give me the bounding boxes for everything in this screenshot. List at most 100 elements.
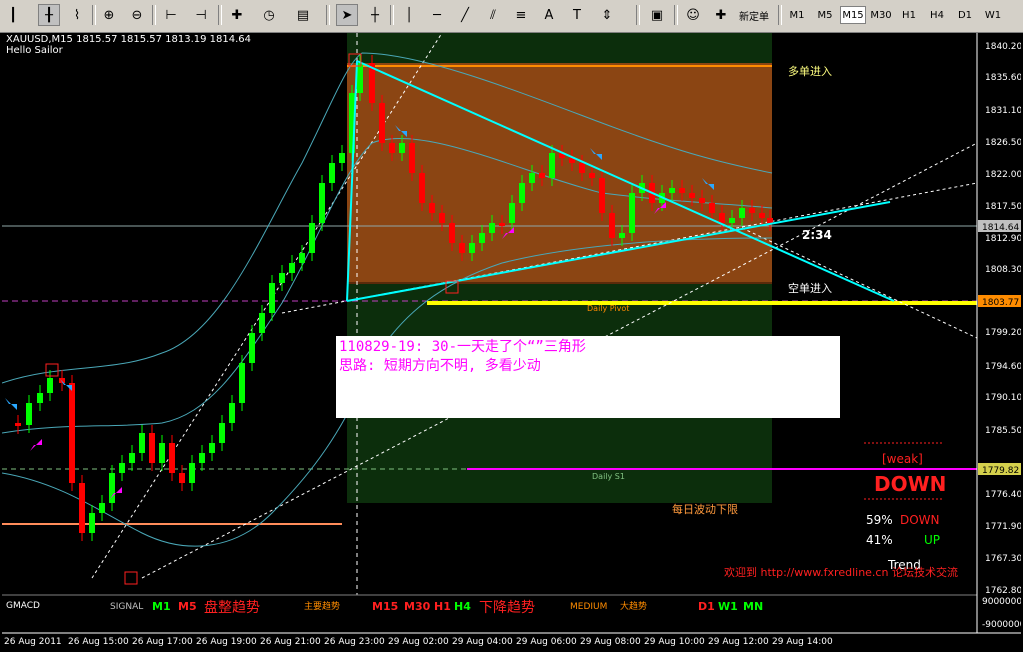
- svg-text:29 Aug 10:00: 29 Aug 10:00: [644, 637, 705, 647]
- indicators-icon[interactable]: ✚: [226, 4, 248, 26]
- candle-body: [279, 273, 285, 283]
- tf-h1[interactable]: H1: [896, 6, 922, 24]
- group1-sub: 主要趋势: [304, 600, 340, 612]
- candle-body: [209, 443, 215, 453]
- svg-text:26 Aug 2011: 26 Aug 2011: [4, 637, 62, 647]
- candle-body: [239, 363, 245, 403]
- templates-icon[interactable]: ▤: [292, 4, 314, 26]
- candle-body: [409, 143, 415, 173]
- candle-body: [709, 203, 715, 213]
- candle-body: [509, 203, 515, 223]
- tf-w1[interactable]: W1: [980, 6, 1006, 24]
- periods-icon[interactable]: ◷: [258, 4, 280, 26]
- indicator-name: GMACD: [6, 601, 40, 611]
- candle-body: [669, 188, 675, 193]
- svg-text:26 Aug 17:00: 26 Aug 17:00: [132, 637, 193, 647]
- group1-trend: 盘整趋势: [204, 599, 260, 616]
- candle-body: [619, 233, 625, 238]
- svg-text:29 Aug 06:00: 29 Aug 06:00: [516, 637, 577, 647]
- candle-body: [699, 198, 705, 203]
- candle-body: [259, 313, 265, 333]
- tf-m15[interactable]: M15: [840, 6, 866, 24]
- candle-body: [249, 333, 255, 363]
- candle-body: [599, 178, 605, 213]
- text-label-icon[interactable]: T: [566, 4, 588, 26]
- tf-w1-signal: W1: [718, 600, 738, 613]
- chart-shift-icon[interactable]: ⊢: [160, 4, 182, 26]
- weak-label: [weak]: [882, 452, 923, 466]
- candle-body: [59, 378, 65, 383]
- note-line-2: 思路: 短期方向不明, 多看少动: [339, 357, 541, 374]
- indicator-axis-top: 9000000: [982, 597, 1021, 607]
- candle-body: [549, 153, 555, 178]
- svg-text:1785.50: 1785.50: [985, 426, 1021, 436]
- chart-window[interactable]: XAUUSD,M15 1815.57 1815.57 1813.19 1814.…: [2, 33, 1021, 650]
- navigator-icon[interactable]: ▣: [646, 4, 668, 26]
- channel-icon[interactable]: ⫽: [482, 4, 504, 26]
- candle-body: [15, 423, 21, 426]
- candle-body: [169, 443, 175, 473]
- symbol-info: XAUUSD,M15 1815.57 1815.57 1813.19 1814.…: [6, 34, 251, 45]
- candle-body: [129, 453, 135, 463]
- text-icon[interactable]: A: [538, 4, 560, 26]
- new-order-icon[interactable]: ✚: [710, 4, 732, 26]
- candle-body: [37, 393, 43, 403]
- svg-text:26 Aug 19:00: 26 Aug 19:00: [196, 637, 257, 647]
- svg-text:26 Aug 21:00: 26 Aug 21:00: [260, 637, 321, 647]
- candle-body: [109, 473, 115, 503]
- trendline-icon[interactable]: ╱: [454, 4, 476, 26]
- candle-body: [229, 403, 235, 423]
- candle-body: [26, 403, 32, 425]
- candle-body: [399, 143, 405, 153]
- signal-label: SIGNAL: [110, 602, 143, 612]
- svg-text:1808.30: 1808.30: [985, 265, 1021, 275]
- candle-body: [749, 208, 755, 213]
- zoom-out-icon[interactable]: ⊖: [126, 4, 148, 26]
- tf-m30[interactable]: M30: [868, 6, 894, 24]
- s1-price-tag: 1779.82: [982, 466, 1019, 476]
- candle-body: [519, 183, 525, 203]
- candle-body: [289, 263, 295, 273]
- candle-body: [159, 443, 165, 463]
- svg-text:29 Aug 04:00: 29 Aug 04:00: [452, 637, 513, 647]
- svg-text:1799.20: 1799.20: [985, 328, 1021, 338]
- tf-m1-signal: M1: [152, 600, 171, 613]
- arrows-icon[interactable]: ⇕: [596, 4, 618, 26]
- candle-body: [679, 188, 685, 193]
- new-order-button[interactable]: 新定单: [734, 6, 774, 24]
- candle-body: [309, 223, 315, 253]
- medium-label: MEDIUM: [570, 602, 607, 612]
- time-axis: 26 Aug 2011 26 Aug 15:00 26 Aug 17:00 26…: [4, 637, 833, 647]
- tf-h4[interactable]: H4: [924, 6, 950, 24]
- candle-body: [357, 63, 363, 93]
- expert-advisors-icon[interactable]: ☺: [682, 4, 704, 26]
- vertical-line-icon[interactable]: │: [398, 4, 420, 26]
- tf-m5[interactable]: M5: [812, 6, 838, 24]
- tf-h1-signal: H1: [434, 600, 451, 613]
- up-word: UP: [924, 533, 940, 547]
- fibonacci-icon[interactable]: ≡: [510, 4, 532, 26]
- auto-scroll-icon[interactable]: ⊣: [190, 4, 212, 26]
- main-toolbar: ┃ ╂ ⌇ ⊕ ⊖ ⊢ ⊣ ✚ ◷ ▤ ➤ ┼ │ ─ ╱ ⫽ ≡ A T ⇕ …: [0, 0, 1023, 33]
- candle-body: [89, 513, 95, 533]
- cursor-icon[interactable]: ➤: [336, 4, 358, 26]
- tf-d1[interactable]: D1: [952, 6, 978, 24]
- horizontal-line-icon[interactable]: ─: [426, 4, 448, 26]
- bar-chart-icon[interactable]: ┃: [2, 4, 24, 26]
- welcome-text: 欢迎到 http://www.fxredline.cn 论坛技术交流: [724, 565, 958, 579]
- svg-text:1776.40: 1776.40: [985, 490, 1021, 500]
- svg-text:1826.50: 1826.50: [985, 138, 1021, 148]
- candle-body: [329, 163, 335, 183]
- tf-m1[interactable]: M1: [784, 6, 810, 24]
- svg-text:29 Aug 12:00: 29 Aug 12:00: [708, 637, 769, 647]
- zoom-in-icon[interactable]: ⊕: [98, 4, 120, 26]
- candle-body: [199, 453, 205, 463]
- candlestick-icon[interactable]: ╂: [38, 4, 60, 26]
- svg-text:1817.50: 1817.50: [985, 202, 1021, 212]
- line-chart-icon[interactable]: ⌇: [66, 4, 88, 26]
- candle-body: [459, 243, 465, 253]
- crosshair-icon[interactable]: ┼: [364, 4, 386, 26]
- candle-body: [529, 173, 535, 183]
- candle-body: [767, 218, 773, 223]
- svg-text:29 Aug 02:00: 29 Aug 02:00: [388, 637, 449, 647]
